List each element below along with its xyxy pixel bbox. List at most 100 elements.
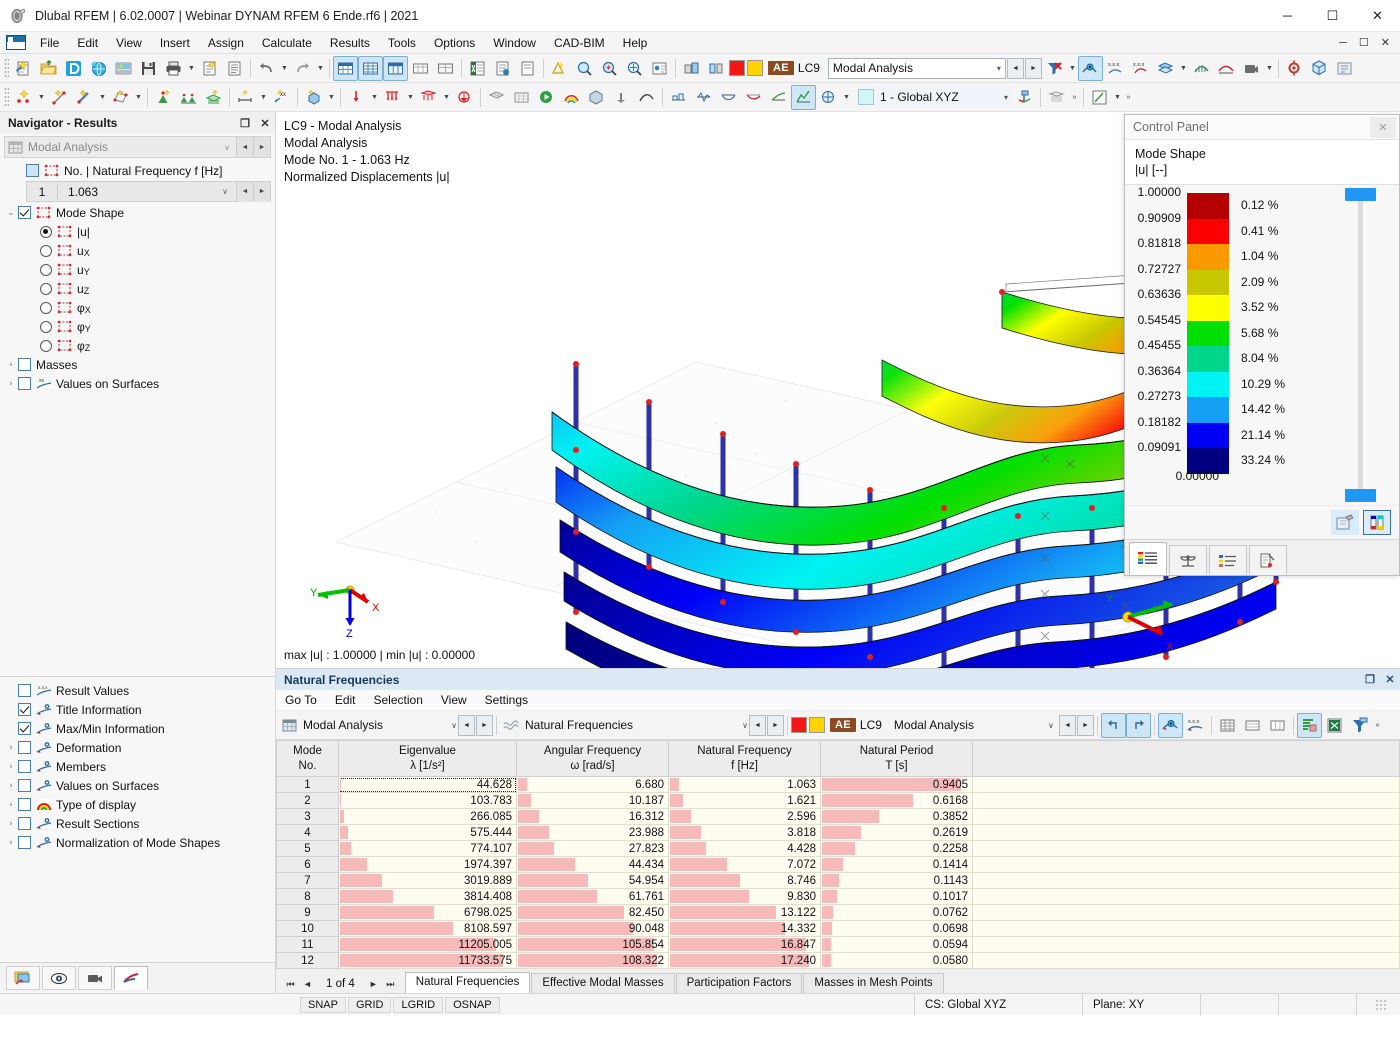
diagram-contour-icon[interactable]: [791, 84, 816, 110]
table-toolbar-overflow[interactable]: »: [1372, 713, 1383, 738]
grid-toggle[interactable]: GRID: [347, 996, 392, 1013]
pager-prev-button[interactable]: ◄: [299, 979, 316, 989]
legend-color-swatch[interactable]: [1187, 295, 1229, 321]
view-projection-icon[interactable]: [816, 85, 841, 110]
maximize-button[interactable]: ☐: [1310, 0, 1355, 32]
legend-slider-upper-handle[interactable]: [1345, 188, 1376, 201]
mdi-close-button[interactable]: ✕: [1375, 36, 1396, 49]
filter-table-icon[interactable]: [1347, 713, 1372, 738]
pager-first-button[interactable]: ⏮: [282, 979, 299, 990]
results-grid-wrapper[interactable]: Mode No. Eigenvalue λ [1/s²] Angular Fre…: [276, 740, 1400, 969]
display-item-result-values[interactable]: x.x.x Result Values: [0, 681, 275, 700]
table-menu-go-to[interactable]: Go To: [276, 692, 326, 708]
grid-overflow-arrow[interactable]: »: [1069, 85, 1080, 110]
toolbar2-overflow-arrow[interactable]: »: [1123, 85, 1134, 110]
cell-eigenvalue[interactable]: 44.628: [338, 776, 517, 793]
settings-gear-icon[interactable]: [1282, 56, 1307, 81]
load-nodal-dropdown-arrow[interactable]: ▼: [369, 85, 380, 110]
table-row[interactable]: 7 3019.889 54.954 8.746 0.1143: [276, 872, 1400, 889]
new-node-icon[interactable]: [11, 85, 36, 110]
cell-eigenvalue[interactable]: 11733.575: [338, 952, 517, 969]
printout-icon[interactable]: [490, 56, 515, 81]
camera-icon[interactable]: [78, 966, 112, 990]
cell-natural-period[interactable]: 0.0580: [820, 952, 973, 969]
menu-tools[interactable]: Tools: [379, 34, 425, 52]
mesh-quality-icon[interactable]: [509, 85, 534, 110]
table-analysis-next[interactable]: ►: [476, 714, 493, 736]
col-header-angular-frequency[interactable]: Angular Frequency ω [rad/s]: [516, 740, 669, 777]
table-row[interactable]: 4 575.444 23.988 3.818 0.2619: [276, 824, 1400, 841]
import-model-icon[interactable]: [111, 56, 136, 81]
table-type-prev[interactable]: ◄: [749, 714, 766, 736]
surface-dropdown-arrow[interactable]: ▼: [133, 85, 144, 110]
display-item-type-of-display[interactable]: › Type of display: [0, 795, 275, 814]
results-color-icon[interactable]: [559, 85, 584, 110]
tab-effective-modal-masses[interactable]: Effective Modal Masses: [531, 973, 675, 993]
solid-object-icon[interactable]: [301, 85, 326, 110]
title-information-checkbox[interactable]: [18, 703, 31, 716]
cell-angular-frequency[interactable]: 44.434: [516, 856, 669, 873]
cs-combo[interactable]: 1 - Global XYZ ▾: [876, 86, 1012, 108]
chevron-right-icon[interactable]: ›: [4, 360, 18, 370]
display-item-members[interactable]: › Members: [0, 757, 275, 776]
text-annotation-icon[interactable]: xx: [269, 85, 294, 110]
table-row[interactable]: 9 6798.025 82.450 13.122 0.0762: [276, 904, 1400, 921]
cell-natural-frequency[interactable]: 8.746: [668, 872, 821, 889]
tree-item-mode-uy[interactable]: uY: [0, 260, 275, 279]
view-dropdown-arrow[interactable]: ▼: [841, 85, 852, 110]
chevron-right-icon[interactable]: ›: [4, 781, 18, 791]
navigator-analysis-prev[interactable]: ◄: [236, 137, 253, 157]
legend-color-swatch[interactable]: [1187, 422, 1229, 448]
result-values-checkbox[interactable]: [18, 684, 31, 697]
display-item-title-information[interactable]: Title Information: [0, 700, 275, 719]
cell-eigenvalue[interactable]: 3814.408: [338, 888, 517, 905]
load-nodal-icon[interactable]: [344, 85, 369, 110]
worksheet-icon[interactable]: [1087, 85, 1112, 110]
diagram-n-icon[interactable]: [666, 85, 691, 110]
cell-mode-number[interactable]: 8: [276, 888, 339, 905]
tree-item-mode-u-abs[interactable]: |u|: [0, 222, 275, 241]
table-menu-selection[interactable]: Selection: [365, 692, 432, 708]
save-icon[interactable]: [136, 56, 161, 81]
redo-dropdown-arrow[interactable]: ▼: [315, 56, 326, 81]
undo-dropdown-arrow[interactable]: ▼: [279, 56, 290, 81]
cell-mode-number[interactable]: 1: [276, 776, 339, 793]
render-view-icon[interactable]: [6, 966, 40, 990]
tab-participation-factors[interactable]: Participation Factors: [675, 973, 803, 993]
table-load-case-prev[interactable]: ◄: [1058, 714, 1076, 736]
display-item-values-on-surfaces[interactable]: › Values on Surfaces: [0, 776, 275, 795]
dimension-icon[interactable]: [233, 85, 258, 110]
zoom-in-icon[interactable]: [597, 56, 622, 81]
table-display-icon[interactable]: [333, 55, 358, 81]
cell-mode-number[interactable]: 5: [276, 840, 339, 857]
table-view-full-icon[interactable]: [1215, 713, 1240, 738]
factors-tab-icon[interactable]: [1249, 545, 1287, 575]
coordinate-system-selector[interactable]: 1 - Global XYZ ▾: [858, 86, 1012, 109]
load-surface-dropdown-arrow[interactable]: ▼: [441, 85, 452, 110]
color-legend-tab-icon[interactable]: [1129, 542, 1167, 575]
table-view-cols-icon[interactable]: [1265, 713, 1290, 738]
navigator-analysis-next[interactable]: ►: [253, 137, 270, 157]
cell-angular-frequency[interactable]: 54.954: [516, 872, 669, 889]
new-report-icon[interactable]: [197, 56, 222, 81]
member-dropdown-arrow[interactable]: ▼: [97, 85, 108, 110]
legend-color-swatch[interactable]: [1187, 320, 1229, 346]
load-line-icon[interactable]: [380, 85, 405, 110]
new-support-icon[interactable]: [151, 85, 176, 110]
cell-angular-frequency[interactable]: 108.322: [516, 952, 669, 969]
refresh-cw-icon[interactable]: [1125, 712, 1151, 738]
cell-natural-frequency[interactable]: 14.332: [668, 920, 821, 937]
cell-natural-period[interactable]: 0.1017: [820, 888, 973, 905]
table-load-case-combo[interactable]: Modal Analysis ∨: [890, 715, 1058, 736]
menu-cad-bim[interactable]: CAD-BIM: [545, 34, 614, 52]
dimension-dropdown-arrow[interactable]: ▼: [258, 85, 269, 110]
curve-display-icon[interactable]: [634, 85, 659, 110]
snap-toggle[interactable]: SNAP: [300, 996, 346, 1013]
tab-natural-frequencies[interactable]: Natural Frequencies: [404, 972, 531, 993]
display-values-on-surfaces-checkbox[interactable]: [18, 779, 31, 792]
cell-angular-frequency[interactable]: 6.680: [516, 776, 669, 793]
table-row[interactable]: 12 11733.575 108.322 17.240 0.0580: [276, 952, 1400, 969]
table-grid-icon[interactable]: [358, 55, 383, 81]
open-file-icon[interactable]: [36, 56, 61, 81]
col-header-eigenvalue[interactable]: Eigenvalue λ [1/s²]: [338, 740, 517, 777]
